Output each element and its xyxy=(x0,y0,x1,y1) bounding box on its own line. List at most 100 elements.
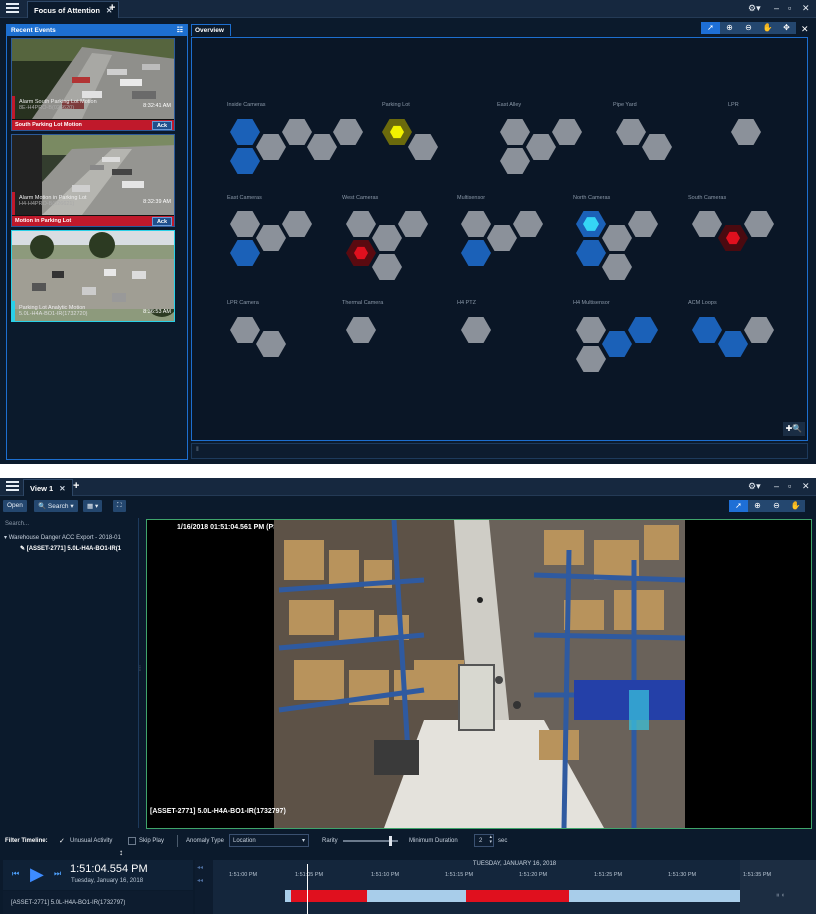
fit-view-icon[interactable]: ✥ xyxy=(777,22,796,34)
camera-hex[interactable] xyxy=(346,317,376,343)
anomaly-segment[interactable] xyxy=(466,890,569,902)
camera-hex[interactable] xyxy=(346,211,376,237)
search-input[interactable]: Search... xyxy=(2,520,136,530)
minimize-icon[interactable]: – xyxy=(774,3,779,13)
rarity-slider[interactable] xyxy=(343,836,398,846)
minimum-duration-stepper[interactable]: 2 ▴ ▾ xyxy=(474,834,494,847)
grid-toggle-icon[interactable]: ⦀ xyxy=(196,447,199,454)
camera-hex[interactable] xyxy=(372,254,402,280)
camera-hex[interactable] xyxy=(461,211,491,237)
video-tile[interactable]: 1/16/2018 01:51:04.561 PM (PST) [ASSET-2… xyxy=(146,519,812,829)
hamburger-menu-icon[interactable] xyxy=(6,3,19,14)
camera-hex[interactable] xyxy=(230,317,260,343)
step-forward-icon[interactable]: ⏭ xyxy=(54,869,61,879)
layout-button[interactable]: ▦ ▾ xyxy=(83,500,103,512)
camera-hex[interactable] xyxy=(230,211,260,237)
camera-hex[interactable] xyxy=(461,240,491,266)
camera-hex[interactable] xyxy=(256,134,286,160)
camera-hex[interactable] xyxy=(513,211,543,237)
select-tool-icon[interactable]: ➚ xyxy=(701,22,720,34)
fullscreen-icon[interactable]: ⛶ xyxy=(113,500,126,512)
maximize-icon[interactable]: ▫ xyxy=(788,481,791,491)
open-button[interactable]: Open xyxy=(3,500,27,512)
pause-track-icon[interactable]: ⏸ ◐ xyxy=(776,892,786,900)
timeline-track[interactable]: TUESDAY, JANUARY 16, 2018 1:51:00 PM 1:5… xyxy=(213,860,816,914)
zoom-in-icon[interactable]: ⊕ xyxy=(748,500,767,512)
rarity-slider-handle[interactable] xyxy=(388,836,392,846)
camera-hex[interactable] xyxy=(552,119,582,145)
camera-hex[interactable] xyxy=(526,134,556,160)
search-button[interactable]: 🔍 Search ▾ xyxy=(34,500,78,512)
camera-hex[interactable] xyxy=(500,119,530,145)
camera-hex[interactable] xyxy=(487,225,517,251)
tab-overview[interactable]: Overview xyxy=(191,24,231,36)
add-tab-icon[interactable]: + xyxy=(73,480,79,492)
camera-hex[interactable] xyxy=(602,331,632,357)
camera-hex[interactable] xyxy=(500,148,530,174)
camera-hex[interactable] xyxy=(576,317,606,343)
camera-hex[interactable] xyxy=(602,254,632,280)
camera-hex[interactable] xyxy=(616,119,646,145)
zoom-out-icon[interactable]: ⊖ xyxy=(739,22,758,34)
event-card[interactable]: Alarm Motion in Parking Lot H4-H4PRO-B(0… xyxy=(11,134,175,227)
add-tab-icon[interactable]: + xyxy=(109,2,115,14)
skip-play-checkbox[interactable] xyxy=(128,837,136,845)
camera-hex[interactable] xyxy=(230,119,260,145)
pan-hand-icon[interactable]: ✋ xyxy=(758,22,777,34)
step-back-icon[interactable]: ⏮ xyxy=(12,869,19,879)
anomaly-segment[interactable] xyxy=(291,890,367,902)
camera-hex[interactable] xyxy=(602,225,632,251)
select-tool-icon[interactable]: ➚ xyxy=(729,500,748,512)
gear-icon[interactable]: ⚙▾ xyxy=(748,481,761,492)
zoom-in-icon[interactable]: ⊕ xyxy=(720,22,739,34)
camera-hex[interactable] xyxy=(256,225,286,251)
camera-hex[interactable] xyxy=(576,240,606,266)
zoom-out-icon[interactable]: ⊖ xyxy=(767,500,786,512)
camera-hex[interactable] xyxy=(307,134,337,160)
camera-hex[interactable] xyxy=(256,331,286,357)
gear-icon[interactable]: ⚙▾ xyxy=(748,3,761,14)
panel-resize-handle[interactable]: ⁞ xyxy=(139,666,141,673)
camera-hex[interactable] xyxy=(692,317,722,343)
playhead[interactable] xyxy=(307,864,308,914)
camera-hex[interactable] xyxy=(333,119,363,145)
tree-root-item[interactable]: ▾ Warehouse Danger ACC Export - 2018-01 xyxy=(4,534,121,541)
camera-hex[interactable] xyxy=(692,211,722,237)
timeline-resize-icon[interactable]: ↕ xyxy=(119,848,123,857)
camera-hex[interactable] xyxy=(731,119,761,145)
camera-hex[interactable] xyxy=(398,211,428,237)
camera-hex[interactable] xyxy=(230,240,260,266)
pan-hand-icon[interactable]: ✋ xyxy=(786,500,805,512)
camera-hex[interactable] xyxy=(282,119,312,145)
stepper-arrows-icon[interactable]: ▴ ▾ xyxy=(489,835,492,845)
zoom-controls-icon[interactable]: ✚🔍 xyxy=(783,422,805,436)
timeline-nav-icons[interactable]: ◂◂ ◂◂ xyxy=(195,860,213,914)
tab-view-1[interactable]: View 1 ✕ xyxy=(23,479,73,496)
event-card[interactable]: Alarm South Parking Lot Motion 8E-H4PRO-… xyxy=(11,38,175,131)
camera-hex[interactable] xyxy=(642,134,672,160)
unusual-activity-checkbox[interactable]: ✓ xyxy=(59,837,65,845)
camera-hex[interactable] xyxy=(576,346,606,372)
camera-hex[interactable] xyxy=(230,148,260,174)
camera-hex[interactable] xyxy=(372,225,402,251)
maximize-icon[interactable]: ▫ xyxy=(788,3,791,13)
close-overview-icon[interactable]: ✕ xyxy=(801,24,809,35)
play-icon[interactable]: ▶ xyxy=(30,864,44,885)
anomaly-type-select[interactable]: Location ▾ xyxy=(229,834,309,847)
list-settings-icon[interactable]: ☷ xyxy=(177,26,183,34)
minimize-icon[interactable]: – xyxy=(774,481,779,491)
camera-hex[interactable] xyxy=(744,317,774,343)
tree-camera-item[interactable]: ✎ [ASSET-2771] 5.0L-H4A-BO1-IR(1 xyxy=(20,545,121,552)
hamburger-menu-icon[interactable] xyxy=(6,481,19,492)
close-tab-icon[interactable]: ✕ xyxy=(59,484,65,493)
camera-hex[interactable] xyxy=(628,317,658,343)
close-window-icon[interactable]: ✕ xyxy=(802,3,810,14)
ack-button[interactable]: Ack xyxy=(152,217,172,226)
close-window-icon[interactable]: ✕ xyxy=(802,481,810,492)
camera-hex[interactable] xyxy=(461,317,491,343)
camera-hex[interactable] xyxy=(628,211,658,237)
camera-hex[interactable] xyxy=(744,211,774,237)
ack-button[interactable]: Ack xyxy=(152,121,172,130)
camera-hex[interactable] xyxy=(718,331,748,357)
event-card[interactable]: Parking Lot Analytic Motion 5.0L-H4A-BO1… xyxy=(11,230,175,322)
